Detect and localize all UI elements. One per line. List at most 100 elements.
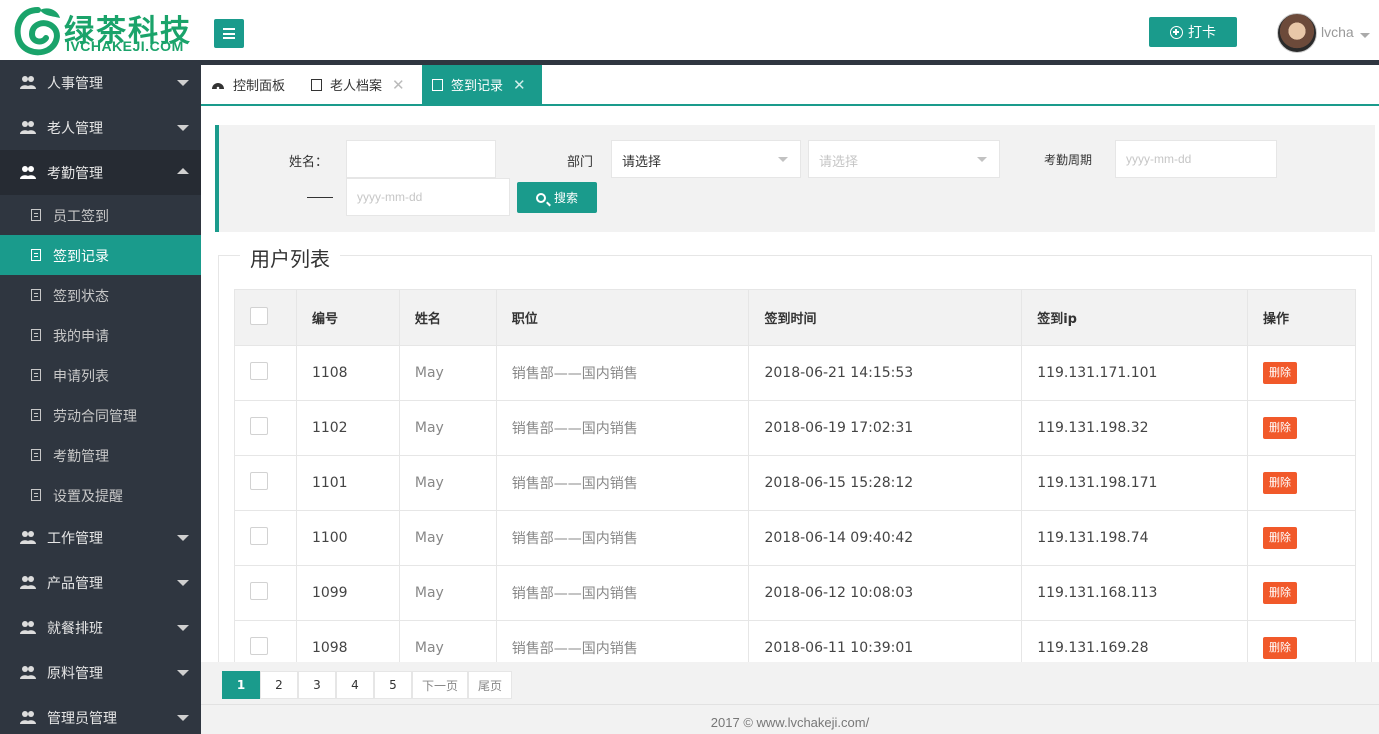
name-input[interactable]: [346, 140, 496, 178]
table-row: 1100 May 销售部——国内销售 2018-06-14 09:40:42 1…: [234, 510, 1356, 566]
delete-button[interactable]: 删除: [1263, 417, 1298, 439]
row-checkbox[interactable]: [250, 637, 268, 655]
row-checkbox[interactable]: [250, 582, 268, 600]
close-icon[interactable]: ✕: [392, 76, 405, 94]
sidebar-item-label: 签到记录: [53, 249, 109, 265]
cell-ip: 119.131.198.171: [1021, 455, 1249, 511]
cell-position: 销售部——国内销售: [495, 455, 750, 511]
sidebar-item-label: 申请列表: [53, 369, 109, 385]
top-header: 绿茶科技 IVCHAKEJI.COM 打卡 lvcha: [0, 0, 1379, 60]
user-list-title: 用户列表: [240, 243, 340, 272]
cell-position: 销售部——国内销售: [495, 510, 750, 566]
brand-name-en: IVCHAKEJI.COM: [66, 38, 184, 54]
dept-select-value: 请选择: [819, 155, 859, 170]
sidebar-item-settings-reminders[interactable]: 设置及提醒: [0, 475, 201, 515]
sidebar-item-labor-contracts[interactable]: 劳动合同管理: [0, 395, 201, 435]
last-page-button[interactable]: 尾页: [468, 671, 512, 699]
caret-down-icon: [177, 670, 189, 676]
sidebar-item-attendance-management[interactable]: 考勤管理: [0, 435, 201, 475]
page-button[interactable]: 1: [222, 671, 260, 699]
cell-ip: 119.131.198.74: [1021, 510, 1249, 566]
sidebar-item-label: 员工签到: [53, 209, 109, 225]
period-start-input[interactable]: yyyy-mm-dd: [1115, 140, 1277, 178]
delete-button[interactable]: 删除: [1263, 362, 1298, 384]
sidebar-item-checkin-status[interactable]: 签到状态: [0, 275, 201, 315]
sidebar-item-checkin-records[interactable]: 签到记录: [0, 235, 201, 275]
chevron-down-icon[interactable]: [1360, 33, 1370, 38]
username[interactable]: lvcha: [1321, 24, 1354, 40]
column-header: 编号: [295, 289, 400, 346]
close-icon[interactable]: ✕: [513, 76, 526, 94]
sidebar-item-label: 我的申请: [53, 329, 109, 345]
delete-button[interactable]: 删除: [1263, 472, 1298, 494]
users-icon: [20, 76, 36, 89]
tab-dashboard[interactable]: 控制面板: [211, 65, 307, 104]
menu-toggle-button[interactable]: [214, 19, 244, 48]
page-button[interactable]: 3: [298, 671, 336, 699]
page-button[interactable]: 5: [374, 671, 412, 699]
date-range-separator: [307, 197, 333, 198]
dashboard-icon: [212, 82, 224, 89]
punch-in-button[interactable]: 打卡: [1149, 17, 1237, 47]
sidebar-group-label: 人事管理: [47, 76, 103, 92]
sidebar-group-attendance[interactable]: 考勤管理: [0, 150, 201, 195]
users-icon: [20, 121, 36, 134]
cell-time: 2018-06-19 17:02:31: [748, 400, 1023, 456]
dept-select-primary[interactable]: 请选择: [611, 140, 801, 178]
cell-ip: 119.131.168.113: [1021, 565, 1249, 621]
sidebar-item-application-list[interactable]: 申请列表: [0, 355, 201, 395]
sidebar-group-meal-schedule[interactable]: 就餐排班: [0, 605, 201, 650]
cell-id: 1100: [295, 510, 400, 566]
tab-label: 老人档案: [330, 79, 383, 94]
sidebar-group-elderly[interactable]: 老人管理: [0, 105, 201, 150]
sidebar-group-products[interactable]: 产品管理: [0, 560, 201, 605]
sidebar-group-materials[interactable]: 原料管理: [0, 650, 201, 695]
page-button[interactable]: 4: [336, 671, 374, 699]
delete-button[interactable]: 删除: [1263, 582, 1298, 604]
tab-checkin-records[interactable]: 签到记录 ✕: [422, 65, 542, 104]
chevron-down-icon: [778, 157, 788, 162]
sidebar-group-label: 就餐排班: [47, 621, 103, 637]
avatar[interactable]: [1277, 13, 1317, 53]
tab-elderly-archive[interactable]: 老人档案 ✕: [311, 65, 415, 104]
row-checkbox[interactable]: [250, 362, 268, 380]
row-checkbox[interactable]: [250, 417, 268, 435]
caret-up-icon: [177, 168, 189, 174]
users-icon: [20, 576, 36, 589]
sidebar-group-admins[interactable]: 管理员管理: [0, 695, 201, 734]
sidebar-group-work[interactable]: 工作管理: [0, 515, 201, 560]
document-icon: [31, 329, 41, 341]
select-all-checkbox[interactable]: [250, 306, 268, 325]
cell-ip: 119.131.171.101: [1021, 345, 1249, 401]
cell-name: May: [398, 345, 497, 401]
table-row: 1102 May 销售部——国内销售 2018-06-19 17:02:31 1…: [234, 400, 1356, 456]
period-end-input[interactable]: yyyy-mm-dd: [346, 178, 510, 216]
delete-button[interactable]: 删除: [1263, 637, 1298, 659]
document-icon: [31, 249, 41, 261]
row-checkbox[interactable]: [250, 527, 268, 545]
row-checkbox[interactable]: [250, 472, 268, 490]
search-button[interactable]: 搜索: [517, 182, 597, 213]
cell-name: May: [398, 455, 497, 511]
cell-name: May: [398, 400, 497, 456]
period-label: 考勤周期: [1044, 153, 1093, 167]
caret-down-icon: [177, 715, 189, 721]
brand-logo[interactable]: 绿茶科技 IVCHAKEJI.COM: [12, 4, 202, 58]
users-icon: [20, 711, 36, 724]
users-icon: [20, 666, 36, 679]
column-header: 签到时间: [748, 289, 1023, 346]
delete-button[interactable]: 删除: [1263, 527, 1298, 549]
punch-in-label: 打卡: [1188, 25, 1216, 41]
cell-time: 2018-06-15 15:28:12: [748, 455, 1023, 511]
cell-time: 2018-06-12 10:08:03: [748, 565, 1023, 621]
footer: 2017 © www.lvchakeji.com/: [201, 704, 1379, 734]
cell-ip: 119.131.198.32: [1021, 400, 1249, 456]
next-page-button[interactable]: 下一页: [412, 671, 468, 699]
page-button[interactable]: 2: [260, 671, 298, 699]
dept-select-secondary[interactable]: 请选择: [808, 140, 1000, 178]
sidebar-item-employee-checkin[interactable]: 员工签到: [0, 195, 201, 235]
sidebar-group-hr[interactable]: 人事管理: [0, 60, 201, 105]
tab-label: 签到记录: [451, 79, 504, 94]
name-label: 姓名：: [289, 155, 329, 170]
sidebar-item-my-applications[interactable]: 我的申请: [0, 315, 201, 355]
